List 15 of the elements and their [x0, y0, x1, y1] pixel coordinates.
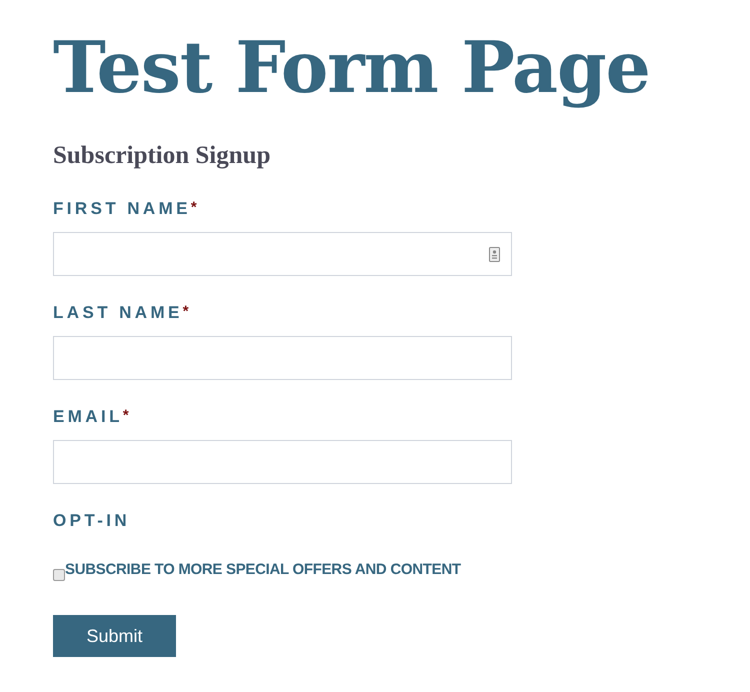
input-field[interactable]	[53, 440, 512, 484]
required-mark: *	[190, 200, 197, 216]
required-mark: *	[182, 304, 189, 320]
input-field[interactable]	[53, 336, 512, 380]
submit-button[interactable]: Submit	[53, 615, 176, 658]
field-label: FIRST NAME	[53, 200, 191, 218]
page-title: Test Form Page	[53, 25, 650, 110]
field-label: EMAIL	[53, 408, 123, 426]
field-label: LAST NAME	[53, 304, 183, 322]
checkbox-label: SUBSCRIBE TO MORE SPECIAL OFFERS AND CONTENT	[65, 562, 461, 578]
form-heading: Subscription Signup	[53, 143, 270, 168]
required-mark: *	[122, 408, 129, 424]
input-field[interactable]	[53, 232, 512, 276]
field-label: OPT-IN	[53, 512, 130, 530]
checkbox[interactable]	[53, 569, 65, 582]
